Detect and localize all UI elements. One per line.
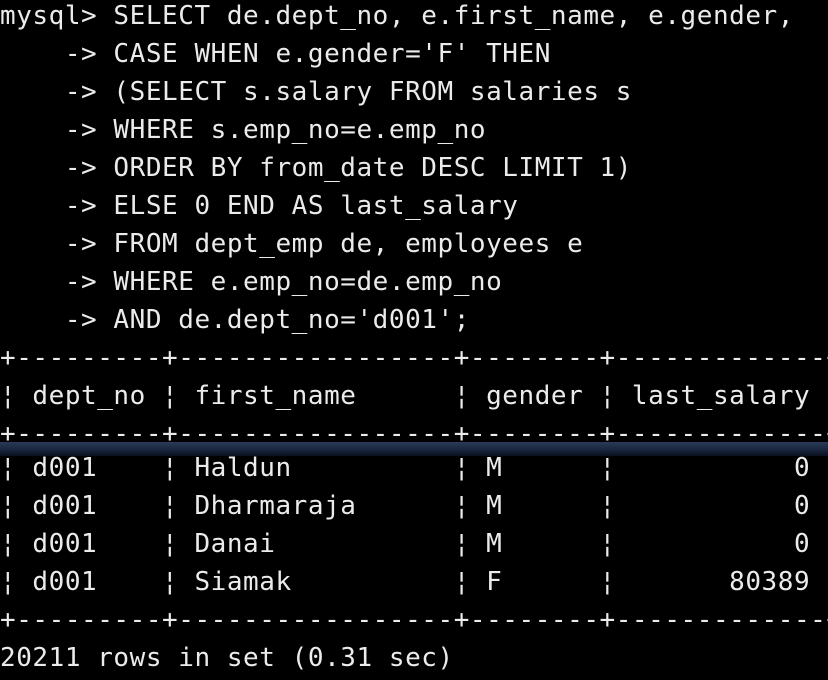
query-line: mysql> SELECT de.dept_no, e.first_name, …: [0, 1, 794, 31]
table-row: ¦ d001 ¦ Dharmaraja ¦ M ¦ 0 ¦: [0, 491, 828, 521]
query-line: -> FROM dept_emp de, employees e: [0, 229, 584, 259]
query-line: -> WHERE e.emp_no=de.emp_no: [0, 267, 503, 297]
query-line: -> (SELECT s.salary FROM salaries s: [0, 77, 632, 107]
query-line: -> AND de.dept_no='d001';: [0, 305, 470, 335]
terminal-window[interactable]: mysql> SELECT de.dept_no, e.first_name, …: [0, 0, 828, 680]
table-row: ¦ d001 ¦ Danai ¦ M ¦ 0 ¦: [0, 529, 828, 559]
table-row: ¦ d001 ¦ Haldun ¦ M ¦ 0 ¦: [0, 453, 828, 483]
table-border-top: +---------+-----------------+--------+--…: [0, 343, 828, 373]
result-summary: 20211 rows in set (0.31 sec): [0, 643, 454, 673]
query-line: -> ELSE 0 END AS last_salary: [0, 191, 519, 221]
table-border-bottom: +---------+-----------------+--------+--…: [0, 605, 828, 635]
table-row: ¦ d001 ¦ Siamak ¦ F ¦ 80389 ¦: [0, 567, 828, 597]
query-line: -> ORDER BY from_date DESC LIMIT 1): [0, 153, 632, 183]
query-line: -> CASE WHEN e.gender='F' THEN: [0, 39, 551, 69]
table-header-row: ¦ dept_no ¦ first_name ¦ gender ¦ last_s…: [0, 381, 828, 411]
query-line: -> WHERE s.emp_no=e.emp_no: [0, 115, 487, 145]
